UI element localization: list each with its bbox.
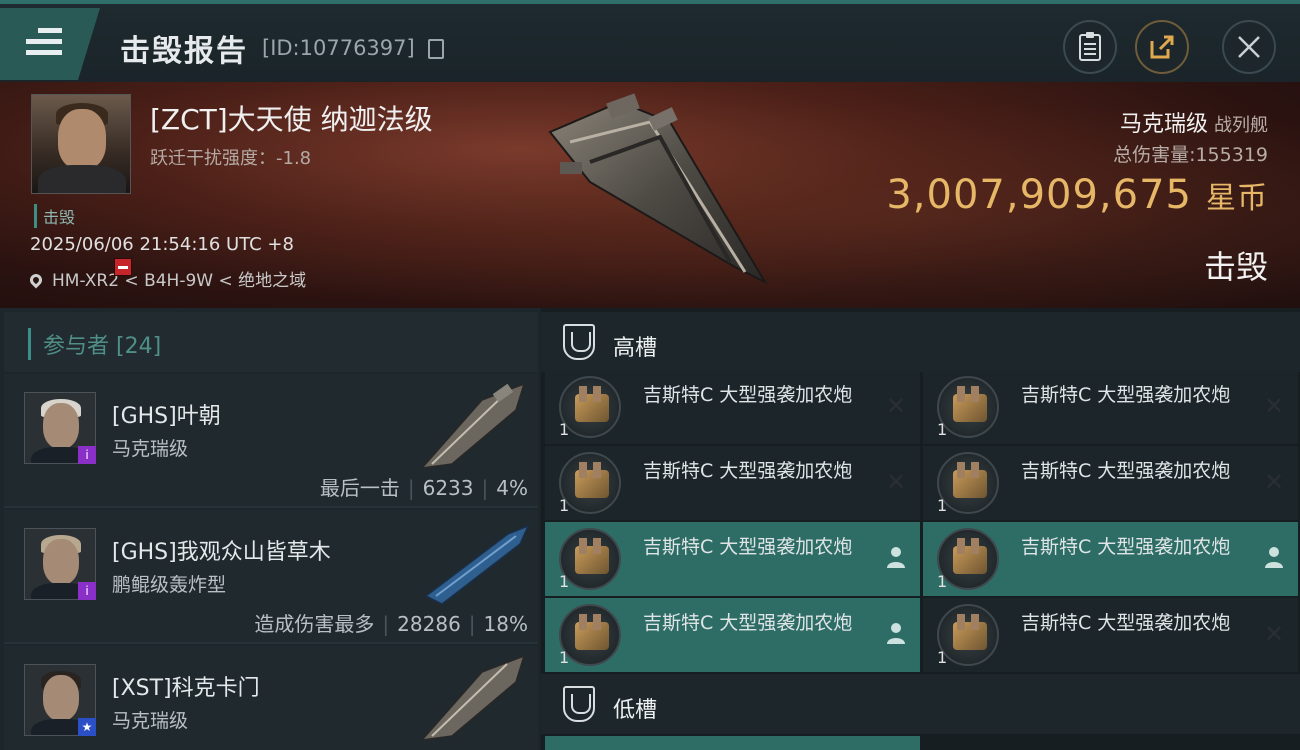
- participant-percent: 4%: [496, 476, 528, 500]
- clipboard-button[interactable]: [1063, 20, 1117, 74]
- total-damage-label: 总伤害量:: [1113, 144, 1196, 166]
- participant-note: 造成伤害最多: [254, 612, 375, 636]
- module-name: 吉斯特C 大型强袭加农炮: [643, 460, 853, 482]
- victim-avatar[interactable]: [31, 94, 131, 194]
- module-item[interactable]: 1 吉斯特C 大型强袭加农炮 ✕: [545, 370, 920, 444]
- participant-damage: 6233: [422, 476, 474, 500]
- participant-ship-image: [424, 524, 530, 605]
- participants-panel: 参与者 [24] i [GHS]叶朝 马克瑞级 最后一击 | 6233 | 4% i […: [0, 308, 540, 750]
- module-item[interactable]: 1 吉斯特C 大型强袭加农炮 ✕: [545, 446, 920, 520]
- ship-type: 战列舰: [1214, 115, 1268, 136]
- module-name: 吉斯特C 大型强袭加农炮: [643, 536, 853, 558]
- report-id: [ID:10776397]: [262, 36, 415, 60]
- participant-percent: 18%: [483, 612, 528, 636]
- participant-ship-image: [420, 382, 526, 470]
- total-damage-value: 155319: [1195, 144, 1268, 166]
- participant-ship: 马克瑞级: [112, 438, 189, 460]
- participant-stats: 造成伤害最多 | 28286 | 18%: [254, 612, 528, 636]
- kill-tag: 击毁: [34, 204, 75, 228]
- module-item[interactable]: 1 吉斯特C 大型强袭加农炮 ✕: [923, 370, 1298, 444]
- module-item[interactable]: 1 吉斯特C 大型强袭加农炮: [545, 598, 920, 672]
- kill-status: 击毁: [1203, 248, 1268, 286]
- module-qty: 1: [559, 572, 570, 591]
- standing-badge: [114, 258, 132, 276]
- kill-location[interactable]: HM-XR2 < B4H-9W < 绝地之域: [27, 266, 307, 291]
- module-name: 吉斯特C 大型强袭加农炮: [1021, 612, 1231, 634]
- module-item[interactable]: [545, 736, 920, 750]
- victim-ship-class[interactable]: 马克瑞级 战列舰: [1120, 106, 1268, 138]
- victim-ship-image[interactable]: [530, 92, 780, 292]
- x-icon: ✕: [1263, 392, 1285, 420]
- victim-banner: [ZCT]大天使 纳迦法级 跃迁干扰强度：-1.8 击毁 2025/06/06 …: [0, 82, 1300, 308]
- participant-name: [GHS]叶朝: [112, 404, 221, 429]
- isk-value: 3,007,909,675 星币: [886, 172, 1268, 218]
- share-button[interactable]: [1135, 20, 1189, 74]
- slot-icon: [563, 686, 595, 722]
- participant-stats: 最后一击 | 6233 | 4%: [319, 476, 528, 500]
- participant-note: 最后一击: [319, 476, 400, 500]
- isk-amount: 3,007,909,675: [886, 172, 1192, 218]
- module-qty: 1: [559, 648, 570, 667]
- person-icon: [1262, 546, 1286, 570]
- participant-row[interactable]: ★ [XST]科克卡门 马克瑞级: [4, 646, 538, 750]
- module-item[interactable]: 1 吉斯特C 大型强袭加农炮 ✕: [923, 446, 1298, 520]
- standing-badge: i: [78, 446, 96, 464]
- module-qty: 1: [937, 420, 948, 439]
- share-icon: [1150, 35, 1174, 59]
- location-pin-icon: [27, 271, 45, 289]
- copy-icon[interactable]: [428, 39, 444, 59]
- fitting-panel: 高槽 1 吉斯特C 大型强袭加农炮 ✕ 1 吉斯特C 大型强袭加农炮 ✕ 1 吉…: [541, 308, 1300, 750]
- module-qty: 1: [937, 572, 948, 591]
- participant-row[interactable]: i [GHS]我观众山皆草木 鹏鲲级轰炸型 造成伤害最多 | 28286 | 18%: [4, 510, 538, 644]
- participants-title: 参与者 [24]: [28, 328, 161, 360]
- standing-badge: ★: [78, 718, 96, 736]
- module-item[interactable]: 1 吉斯特C 大型强袭加农炮: [545, 522, 920, 596]
- module-qty: 1: [937, 496, 948, 515]
- person-icon: [884, 622, 908, 646]
- top-bar: 击毁报告 [ID:10776397]: [0, 0, 1300, 82]
- slot-icon: [563, 324, 595, 360]
- participants-header: 参与者 [24]: [4, 312, 538, 372]
- close-button[interactable]: [1222, 20, 1276, 74]
- high-slot-label: 高槽: [613, 336, 658, 361]
- participant-name: [GHS]我观众山皆草木: [112, 540, 331, 565]
- kill-datetime: 2025/06/06 21:54:16 UTC +8: [30, 234, 294, 255]
- menu-button[interactable]: [0, 8, 100, 80]
- module-item[interactable]: 1 吉斯特C 大型强袭加农炮: [923, 522, 1298, 596]
- standing-badge: i: [78, 582, 96, 600]
- isk-unit: 星币: [1206, 181, 1268, 216]
- participant-damage: 28286: [397, 612, 461, 636]
- participant-ship-image: [420, 654, 526, 742]
- location-text: HM-XR2 < B4H-9W < 绝地之域: [52, 271, 307, 291]
- module-name: 吉斯特C 大型强袭加农炮: [1021, 384, 1231, 406]
- module-name: 吉斯特C 大型强袭加农炮: [1021, 460, 1231, 482]
- x-icon: ✕: [1263, 468, 1285, 496]
- person-icon: [884, 546, 908, 570]
- ship-name: 马克瑞级: [1119, 112, 1208, 137]
- participant-ship: 鹏鲲级轰炸型: [112, 574, 227, 596]
- module-qty: 1: [559, 420, 570, 439]
- module-name: 吉斯特C 大型强袭加农炮: [643, 384, 853, 406]
- x-icon: ✕: [1263, 620, 1285, 648]
- page-title: 击毁报告: [120, 34, 248, 69]
- close-icon: [1238, 36, 1260, 58]
- total-damage: 总伤害量:155319: [1113, 140, 1268, 167]
- module-qty: 1: [937, 648, 948, 667]
- x-icon: ✕: [885, 468, 907, 496]
- warp-strength: 跃迁干扰强度：-1.8: [150, 148, 312, 169]
- x-icon: ✕: [885, 392, 907, 420]
- module-item[interactable]: 1 吉斯特C 大型强袭加农炮 ✕: [923, 598, 1298, 672]
- low-slot-header: 低槽: [541, 674, 1300, 734]
- participant-ship: 马克瑞级: [112, 710, 189, 732]
- module-name: 吉斯特C 大型强袭加农炮: [643, 612, 853, 634]
- menu-icon: [26, 28, 62, 61]
- low-slot-label: 低槽: [613, 698, 658, 723]
- participant-row[interactable]: i [GHS]叶朝 马克瑞级 最后一击 | 6233 | 4%: [4, 374, 538, 508]
- victim-name[interactable]: [ZCT]大天使 纳迦法级: [150, 98, 433, 138]
- module-qty: 1: [559, 496, 570, 515]
- clipboard-icon: [1079, 32, 1101, 61]
- module-name: 吉斯特C 大型强袭加农炮: [1021, 536, 1231, 558]
- participant-name: [XST]科克卡门: [112, 676, 260, 701]
- high-slot-header: 高槽: [541, 312, 1300, 372]
